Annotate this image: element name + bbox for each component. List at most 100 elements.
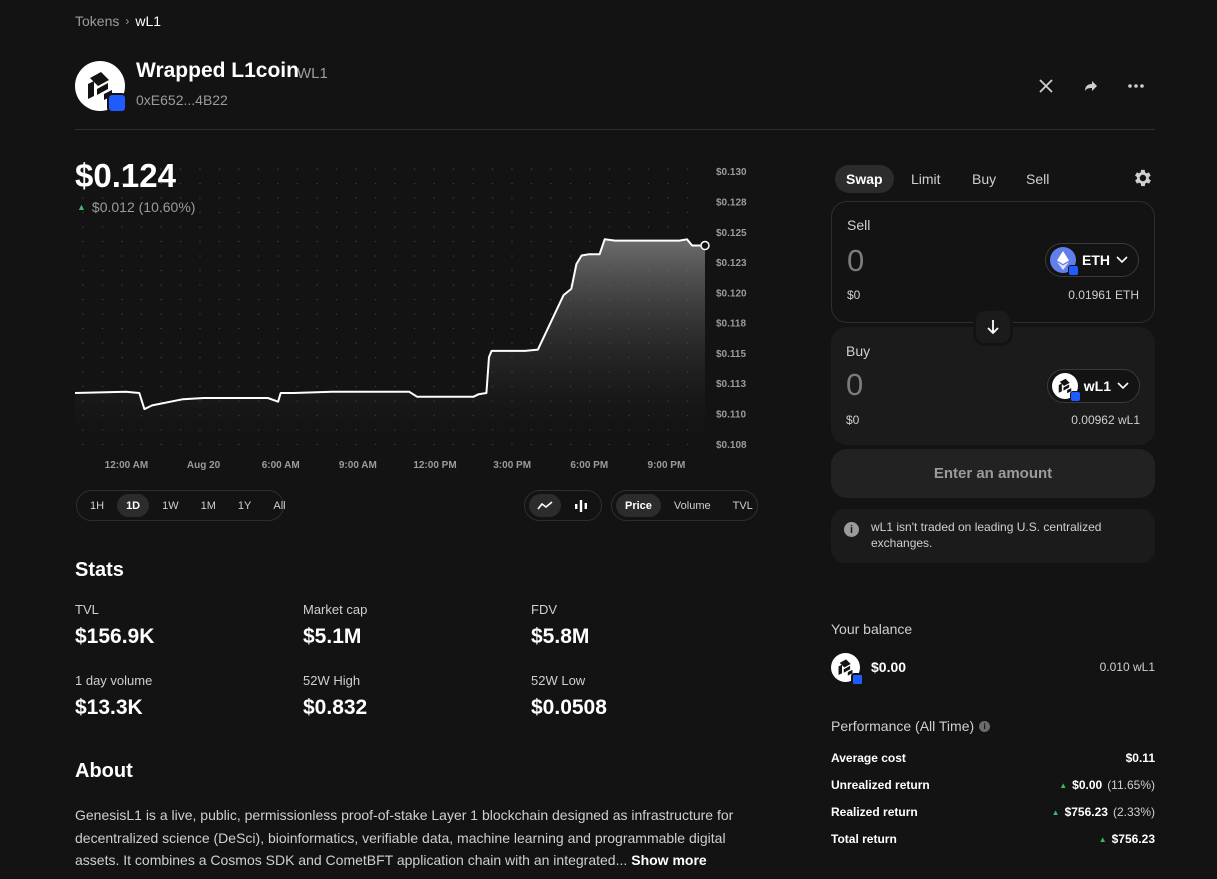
warning-text: wL1 isn't traded on leading U.S. central… [871,520,1102,550]
range-all[interactable]: All [264,494,294,517]
stat-tvl-label: TVL [75,602,99,617]
y-tick-label: $0.128 [716,197,747,208]
eth-icon [1050,247,1079,276]
info-icon[interactable]: i [979,720,991,732]
stat-52w-low-label: 52W Low [531,673,586,688]
perf-label: Unrealized return [831,778,930,792]
price-area [75,239,705,450]
perf-percent: (2.33%) [1112,805,1155,819]
range-1w[interactable]: 1W [153,494,188,517]
price-endpoint-marker [700,240,710,251]
performance-title: Performance (All Time) i [831,718,991,734]
perf-row-realized-return: Realized return ▲ $756.23 (2.33%) [831,803,1155,821]
chart-type-selector [524,490,602,521]
about-description: GenesisL1 is a live, public, permissionl… [75,804,765,872]
performance-title-text: Performance (All Time) [831,718,975,734]
more-icon[interactable] [1122,72,1150,100]
perf-value: $0.00 [1072,778,1103,792]
enter-amount-button[interactable]: Enter an amount [831,449,1155,498]
breadcrumb-current: wL1 [135,13,162,29]
perf-row-total-return: Total return ▲ $756.23 [831,830,1155,848]
x-tick-label: 12:00 PM [413,460,456,471]
y-tick-label: $0.113 [716,379,746,390]
l1coin-logo-icon [831,653,864,686]
stat-52w-high-value: $0.832 [303,696,368,719]
chain-badge-icon [1069,391,1081,402]
x-share-icon[interactable] [1032,72,1060,100]
y-tick-label: $0.123 [716,258,747,269]
stat-tvl-value: $156.9K [75,625,155,648]
sell-usd-value: $0 [847,288,861,302]
sell-amount-input[interactable]: 0 [847,243,864,279]
y-tick-label: $0.115 [716,349,746,360]
buy-label: Buy [846,343,871,359]
metric-tvl[interactable]: TVL [724,494,762,517]
range-1y[interactable]: 1Y [229,494,260,517]
sell-token-select[interactable]: ETH [1045,243,1139,277]
chevron-down-icon [1116,256,1128,264]
chevron-right-icon: › [125,14,130,28]
metric-volume[interactable]: Volume [665,494,720,517]
perf-label: Realized return [831,805,918,819]
stat-volume-value: $13.3K [75,696,143,719]
y-tick-label: $0.120 [716,288,747,299]
y-tick-label: $0.118 [716,319,746,330]
perf-label: Total return [831,832,897,846]
perf-percent: (11.65%) [1107,778,1155,792]
chain-badge-icon [107,93,127,113]
gear-icon[interactable] [1131,167,1153,189]
up-triangle-icon: ▲ [1059,780,1068,790]
info-icon: i [844,522,859,537]
token-address[interactable]: 0xE652...4B22 [136,92,228,108]
time-range-selector: 1H 1D 1W 1M 1Y All [76,490,286,521]
tab-sell[interactable]: Sell [1015,165,1060,193]
stat-market-cap-value: $5.1M [303,625,362,648]
perf-row-unrealized-return: Unrealized return ▲ $0.00 (11.65%) [831,776,1155,794]
perf-value: $0.11 [1125,751,1155,765]
price-change: ▲ $0.012 (10.60%) [77,199,195,215]
l1coin-logo-icon [75,61,127,113]
buy-balance: 0.00962 wL1 [1071,413,1140,427]
y-tick-label: $0.110 [716,410,746,421]
stat-fdv-value: $5.8M [531,625,590,648]
y-tick-label: $0.130 [716,167,747,178]
token-symbol: WL1 [297,65,328,82]
stat-volume-label: 1 day volume [75,673,153,688]
line-chart-icon[interactable] [529,494,561,517]
stat-fdv-label: FDV [531,602,557,617]
buy-token-select[interactable]: wL1 [1046,369,1140,403]
share-arrow-icon[interactable] [1077,72,1105,100]
metric-selector: Price Volume TVL [611,490,758,521]
show-more-link[interactable]: Show more [631,852,706,868]
switch-tokens-button[interactable] [973,308,1013,346]
x-tick-label: 3:00 PM [493,460,531,471]
balance-usd: $0.00 [871,659,907,675]
token-name: Wrapped L1coin [136,59,299,82]
buy-usd-value: $0 [846,413,860,427]
tab-swap[interactable]: Swap [835,165,894,193]
tab-limit[interactable]: Limit [900,165,952,193]
stat-52w-high-label: 52W High [303,673,361,688]
stat-market-cap-label: Market cap [303,602,368,617]
y-tick-label: $0.125 [716,228,747,239]
x-tick-label: 9:00 AM [339,460,377,471]
sell-token-symbol: ETH [1082,252,1110,268]
x-tick-label: 6:00 PM [570,460,608,471]
tab-buy[interactable]: Buy [961,165,1007,193]
range-1m[interactable]: 1M [192,494,225,517]
range-1d[interactable]: 1D [117,494,150,517]
up-triangle-icon: ▲ [77,202,86,212]
metric-price[interactable]: Price [616,494,661,517]
buy-amount-input[interactable]: 0 [846,367,863,403]
perf-label: Average cost [831,751,906,765]
sell-balance: 0.01961 ETH [1068,288,1139,302]
candlestick-icon[interactable] [565,494,597,517]
about-title: About [75,760,133,782]
perf-value: $756.23 [1064,805,1108,819]
range-1h[interactable]: 1H [81,494,113,517]
chain-badge-icon [1068,265,1079,276]
breadcrumb-tokens-link[interactable]: Tokens [75,13,119,29]
chain-badge-icon [851,673,864,686]
breadcrumb: Tokens › wL1 [75,13,161,29]
stats-title: Stats [75,559,124,581]
